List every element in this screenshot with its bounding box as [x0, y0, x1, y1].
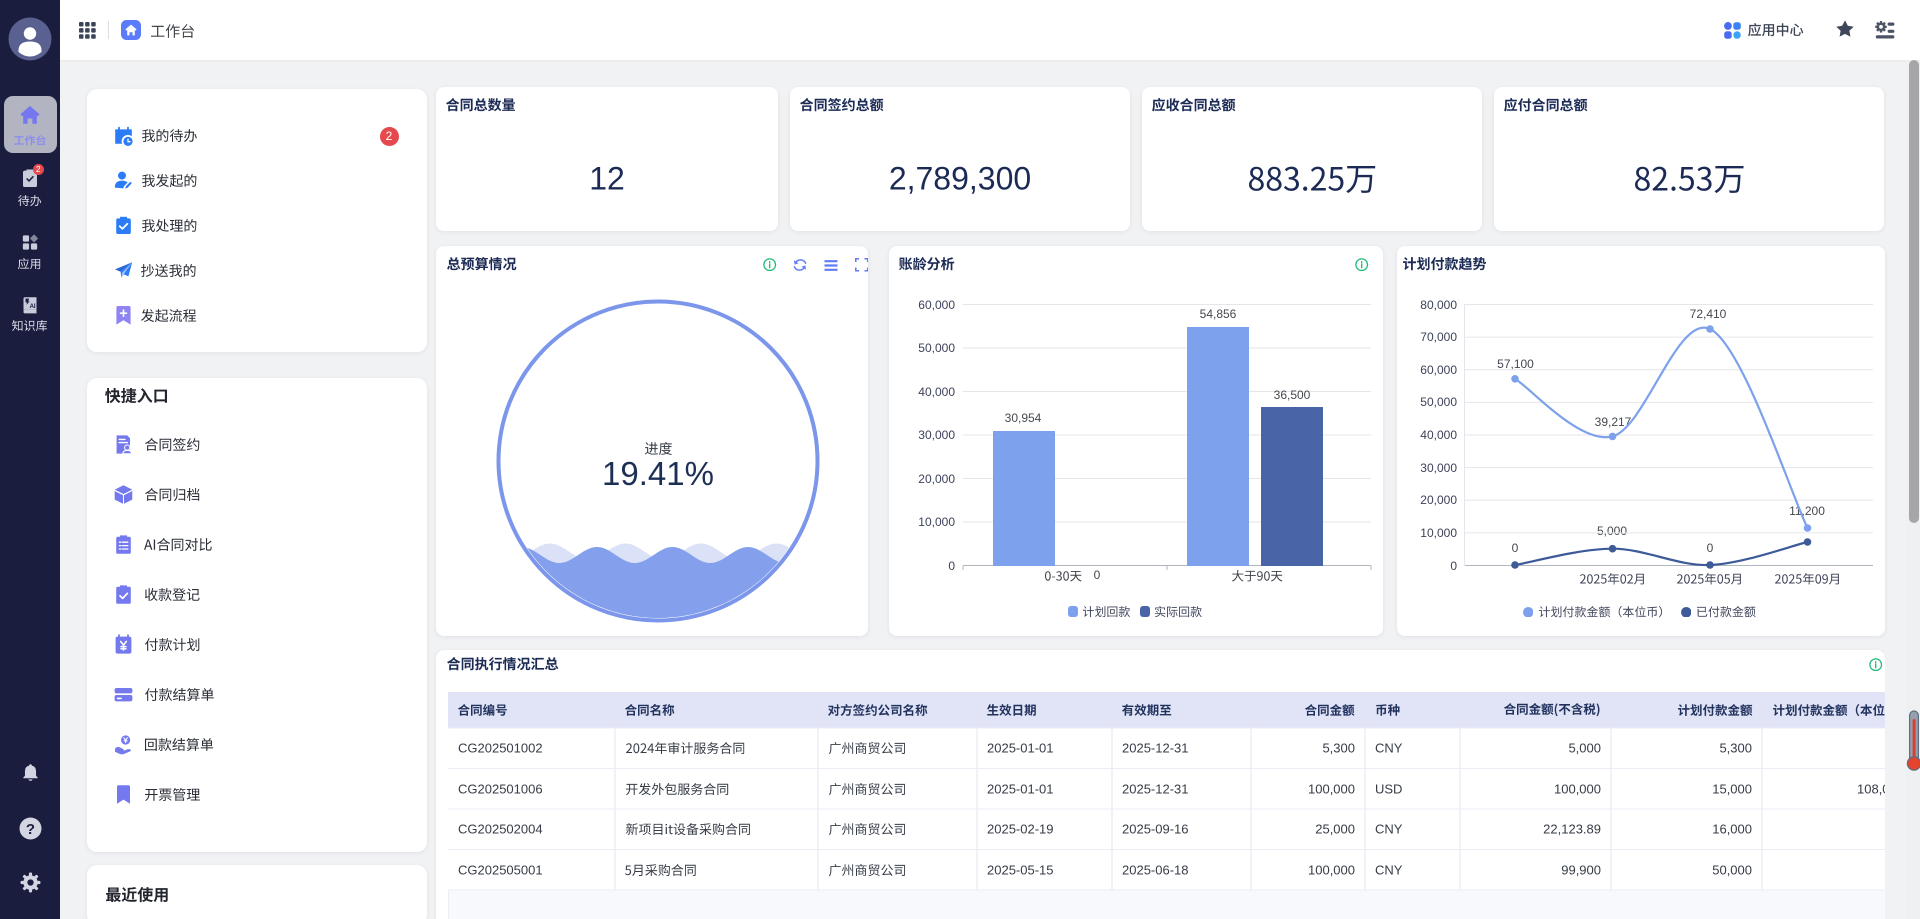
svg-text:?: ?: [25, 821, 34, 838]
svg-text:AI: AI: [30, 304, 36, 310]
